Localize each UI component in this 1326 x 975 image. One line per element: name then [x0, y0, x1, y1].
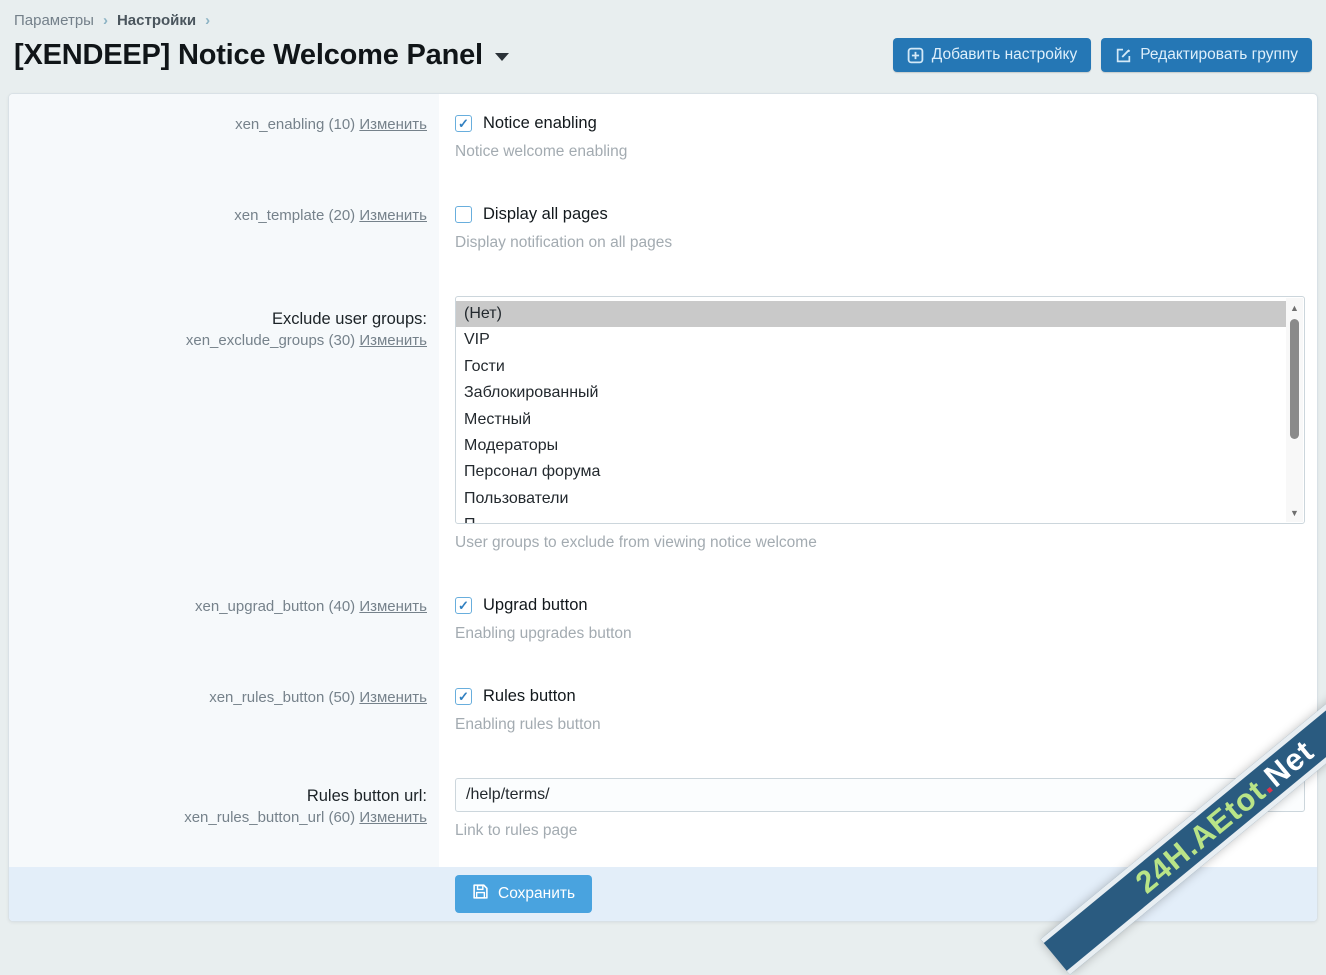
page-title: [XENDEEP] Notice Welcome Panel [14, 39, 483, 72]
check-icon: ✓ [458, 690, 469, 703]
option-id: xen_rules_button_url (60) [184, 809, 355, 826]
setting-row-xen-upgrad-button: xen_upgrad_button (40) Изменить ✓ Upgrad… [9, 596, 1317, 643]
edit-group-button-label: Редактировать группу [1140, 46, 1298, 64]
breadcrumb-separator-icon: › [103, 12, 108, 29]
user-group-option[interactable]: (Нет) [456, 301, 1286, 327]
edit-option-link[interactable]: Изменить [359, 598, 427, 615]
check-icon: ✓ [458, 599, 469, 612]
option-id: xen_upgrad_button (40) [195, 598, 355, 615]
option-description: Enabling upgrades button [455, 625, 1305, 643]
checkbox-label[interactable]: Notice enabling [483, 114, 597, 133]
option-description: Enabling rules button [455, 716, 1305, 734]
scroll-down-icon[interactable]: ▼ [1286, 504, 1303, 521]
edit-option-link[interactable]: Изменить [359, 689, 427, 706]
option-description: User groups to exclude from viewing noti… [455, 534, 1305, 552]
user-group-option[interactable]: Персонал форума [456, 459, 1286, 485]
settings-panel: xen_enabling (10) Изменить ✓ Notice enab… [8, 93, 1318, 922]
option-id: xen_template (20) [234, 207, 355, 224]
option-id: xen_exclude_groups (30) [186, 332, 355, 349]
breadcrumb-item-parameters[interactable]: Параметры [14, 12, 94, 29]
breadcrumb-item-settings[interactable]: Настройки [117, 12, 196, 29]
save-button[interactable]: Сохранить [455, 875, 592, 913]
rules-button-url-input[interactable] [455, 778, 1305, 812]
option-id: xen_rules_button (50) [209, 689, 355, 706]
option-id: xen_enabling (10) [235, 116, 355, 133]
settings-form: xen_enabling (10) Изменить ✓ Notice enab… [9, 94, 1317, 840]
scrollbar-thumb[interactable] [1290, 319, 1299, 439]
scroll-up-icon[interactable]: ▲ [1286, 299, 1303, 316]
add-option-button-label: Добавить настройку [932, 46, 1077, 64]
user-group-option[interactable]: Местный [456, 407, 1286, 433]
edit-option-link[interactable]: Изменить [359, 207, 427, 224]
edit-option-link[interactable]: Изменить [359, 809, 427, 826]
select-scrollbar[interactable]: ▲ ▼ [1286, 298, 1303, 522]
user-group-option[interactable]: VIP [456, 327, 1286, 353]
setting-row-xen-template: xen_template (20) Изменить ✓ Display all… [9, 205, 1317, 252]
page-title-dropdown[interactable]: [XENDEEP] Notice Welcome Panel [14, 39, 509, 72]
setting-row-xen-enabling: xen_enabling (10) Изменить ✓ Notice enab… [9, 114, 1317, 161]
user-group-option-partial[interactable]: П [456, 512, 1286, 524]
user-group-option-list: (Нет)VIPГостиЗаблокированныйМестныйМодер… [456, 297, 1304, 524]
user-group-option[interactable]: Модераторы [456, 433, 1286, 459]
user-group-option[interactable]: Гости [456, 354, 1286, 380]
upgrad-button-checkbox[interactable]: ✓ [455, 597, 472, 614]
checkbox-label[interactable]: Rules button [483, 687, 576, 706]
breadcrumb-separator-icon: › [205, 12, 210, 29]
save-floppy-icon [472, 883, 489, 905]
checkbox-label[interactable]: Upgrad button [483, 596, 588, 615]
save-button-label: Сохранить [498, 885, 575, 903]
notice-enabling-checkbox[interactable]: ✓ [455, 115, 472, 132]
setting-row-xen-rules-button: xen_rules_button (50) Изменить ✓ Rules b… [9, 687, 1317, 734]
page-header: Параметры › Настройки › [XENDEEP] Notice… [0, 0, 1326, 72]
rules-button-checkbox[interactable]: ✓ [455, 688, 472, 705]
setting-row-xen-exclude-groups: Exclude user groups: xen_exclude_groups … [9, 296, 1317, 552]
add-option-button[interactable]: Добавить настройку [893, 38, 1091, 72]
form-footer: Сохранить [9, 867, 1317, 921]
plus-square-icon [907, 47, 924, 64]
option-title: Rules button url: [9, 785, 427, 807]
option-description: Link to rules page [455, 822, 1305, 840]
edit-option-link[interactable]: Изменить [359, 116, 427, 133]
option-title: Exclude user groups: [9, 308, 427, 330]
edit-option-link[interactable]: Изменить [359, 332, 427, 349]
option-description: Notice welcome enabling [455, 143, 1305, 161]
user-group-option[interactable]: Пользователи [456, 486, 1286, 512]
exclude-user-groups-select[interactable]: (Нет)VIPГостиЗаблокированныйМестныйМодер… [455, 296, 1305, 524]
display-all-pages-checkbox[interactable]: ✓ [455, 206, 472, 223]
option-description: Display notification on all pages [455, 234, 1305, 252]
chevron-down-icon [495, 53, 509, 61]
setting-row-xen-rules-button-url: Rules button url: xen_rules_button_url (… [9, 778, 1317, 840]
user-group-option[interactable]: Заблокированный [456, 380, 1286, 406]
breadcrumb: Параметры › Настройки › [14, 12, 1312, 29]
edit-group-button[interactable]: Редактировать группу [1101, 38, 1312, 72]
edit-pencil-icon [1115, 47, 1132, 64]
checkbox-label[interactable]: Display all pages [483, 205, 608, 224]
check-icon: ✓ [458, 117, 469, 130]
